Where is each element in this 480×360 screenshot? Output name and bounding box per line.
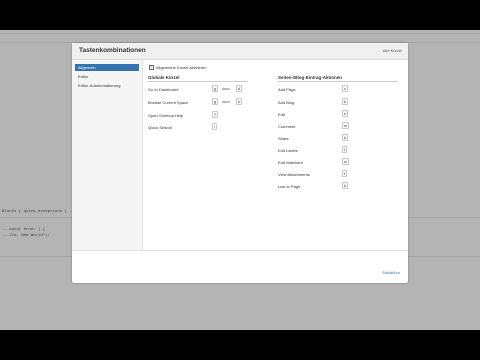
shortcut-row: Link to Page k — [278, 182, 398, 189]
shortcut-label: Open Shortcut Help — [148, 113, 184, 118]
shortcut-row: Go to Dashboard g dann d — [148, 85, 248, 92]
key-cap: k — [342, 182, 348, 189]
key-cap: s — [236, 98, 242, 105]
shortcut-label: Edit — [278, 112, 285, 117]
key-cap: k — [342, 134, 348, 141]
shortcut-label: Edit Labels — [278, 148, 298, 153]
sidebar-item-editor-autoformat[interactable]: Editor-Autoformatierung — [75, 82, 139, 89]
page-actions-column: Seiten-/Blog-Eintrag-Aktionen Add Page c… — [278, 75, 398, 189]
dialog-header: Tastenkombinationen Alle Kürzel — [72, 43, 408, 60]
enable-shortcuts-row[interactable]: ✓ Allgemeine Kürzel aktivieren — [149, 65, 207, 71]
close-link[interactable]: Schließen — [382, 270, 400, 275]
shortcut-label: Edit Watchers — [278, 160, 303, 165]
shortcut-row: Edit Labels l — [278, 146, 398, 153]
key-cap: d — [236, 85, 242, 92]
shortcut-label: Link to Page — [278, 184, 301, 189]
dialog-footer: Schließen — [72, 250, 408, 284]
key-cap: l — [342, 146, 347, 153]
shortcut-row: Comment m — [278, 122, 398, 129]
dialog-sidebar: Allgemein Editor Editor-Autoformatierung — [72, 60, 143, 250]
sidebar-item-editor[interactable]: Editor — [75, 73, 139, 80]
page-actions-title: Seiten-/Blog-Eintrag-Aktionen — [278, 75, 398, 82]
shortcut-row: Open Shortcut Help ? — [148, 111, 248, 118]
shortcuts-dialog: Tastenkombinationen Alle Kürzel Allgemei… — [72, 43, 408, 283]
shortcut-row: View Attachments t — [278, 170, 398, 177]
shortcut-row: Edit e — [278, 110, 398, 117]
checkbox-checked-icon[interactable]: ✓ — [149, 65, 154, 71]
shortcut-row: Share k — [278, 134, 398, 141]
shortcut-label: Go to Dashboard — [148, 87, 179, 92]
key-cap: c — [342, 85, 348, 92]
sidebar-item-general[interactable]: Allgemein — [75, 64, 139, 71]
enable-shortcuts-label: Allgemeine Kürzel aktivieren — [156, 65, 207, 70]
global-shortcuts-column: Globale Kürzel Go to Dashboard g dann d … — [148, 75, 248, 130]
key-cap: m — [342, 122, 349, 129]
key-cap: / — [212, 123, 217, 130]
dialog-title: Tastenkombinationen — [79, 47, 146, 54]
shortcut-label: Add Blog — [278, 100, 295, 105]
key-cap: ? — [212, 111, 218, 118]
shortcut-label: Comment — [278, 124, 296, 129]
bg-code-line: ...llo, New World"); — [2, 234, 51, 238]
key-cap: t — [342, 170, 347, 177]
shortcut-label: Add Page — [278, 87, 296, 92]
dialog-content: ✓ Allgemeine Kürzel aktivieren Globale Kü… — [148, 60, 402, 250]
shortcut-row: Browse Current Space g dann s — [148, 98, 248, 105]
shortcut-row: Add Blog b — [278, 98, 398, 105]
shortcut-row: Add Page c — [278, 85, 398, 92]
shortcut-row: Quick Search / — [148, 123, 248, 130]
shortcut-label: View Attachments — [278, 172, 310, 177]
all-shortcuts-link[interactable]: Alle Kürzel — [383, 48, 402, 53]
key-cap: g — [212, 98, 218, 105]
shortcut-label: Browse Current Space — [148, 100, 189, 105]
key-cap: g — [212, 85, 218, 92]
key-cap: w — [342, 158, 349, 165]
key-cap: e — [342, 110, 348, 117]
then-label: dann — [222, 100, 230, 104]
then-label: dann — [222, 87, 230, 91]
shortcut-label: Quick Search — [148, 125, 173, 130]
shortcut-row: Edit Watchers w — [278, 158, 398, 165]
bg-code-line: Blocks ( quick_exceptions ) ... — [2, 210, 77, 214]
global-shortcuts-title: Globale Kürzel — [148, 75, 248, 82]
bg-divider — [0, 33, 480, 34]
key-cap: b — [342, 98, 348, 105]
shortcut-label: Share — [278, 136, 289, 141]
